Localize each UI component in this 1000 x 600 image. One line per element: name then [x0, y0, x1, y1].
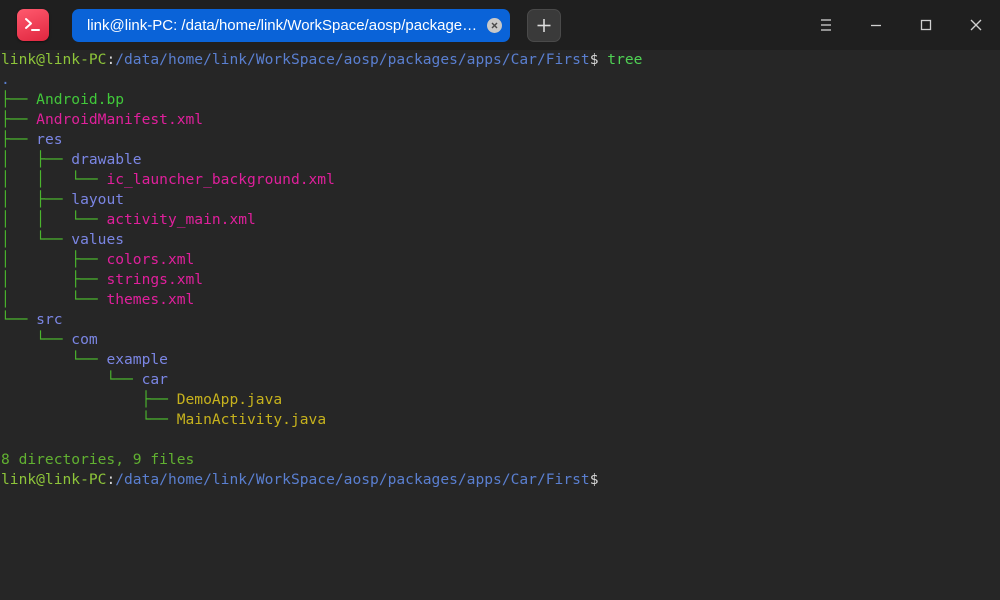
tree-entry: └── MainActivity.java	[1, 410, 327, 430]
directory-name: example	[106, 351, 168, 368]
tree-branch: ├──	[1, 91, 37, 108]
new-tab-button[interactable]	[527, 9, 561, 42]
tree-entry: └── com	[1, 330, 98, 350]
tree-entry: └── car	[1, 370, 168, 390]
close-icon[interactable]	[487, 18, 502, 33]
file-name: MainActivity.java	[176, 411, 327, 428]
prompt-symbol: $	[589, 51, 599, 68]
directory-name: com	[71, 331, 98, 348]
tree-branch: │ │ └──	[1, 211, 107, 228]
file-name: strings.xml	[106, 271, 204, 288]
file-name: colors.xml	[106, 251, 195, 268]
tree-branch: └──	[1, 351, 107, 368]
prompt-user: link@link-PC	[1, 51, 107, 68]
terminal-output[interactable]: link@link-PC:/data/home/link/WorkSpace/a…	[0, 50, 1000, 600]
tree-entry: ├── DemoApp.java	[1, 390, 283, 410]
tab-terminal-session[interactable]: link@link-PC: /data/home/link/WorkSpace/…	[72, 9, 510, 42]
tree-entry: │ └── themes.xml	[1, 290, 194, 310]
close-icon	[970, 19, 982, 31]
tree-branch: └──	[1, 331, 72, 348]
tree-entry: │ │ └── ic_launcher_background.xml	[1, 170, 335, 190]
tree-branch: │ └──	[1, 231, 72, 248]
tree-entry: └── example	[1, 350, 168, 370]
title-bar: link@link-PC: /data/home/link/WorkSpace/…	[0, 0, 1000, 50]
minimize-icon	[871, 24, 881, 27]
tree-entry: ├── Android.bp	[1, 90, 124, 110]
tree-entry: │ ├── drawable	[1, 150, 142, 170]
tree-branch: │ ├──	[1, 151, 72, 168]
tree-entry: │ ├── colors.xml	[1, 250, 194, 270]
tree-branch: └──	[1, 371, 142, 388]
directory-name: drawable	[71, 151, 142, 168]
plus-icon	[537, 19, 551, 32]
tree-entry: │ ├── strings.xml	[1, 270, 203, 290]
directory-name: src	[36, 311, 63, 328]
maximize-icon	[920, 19, 932, 31]
prompt-line: link@link-PC:/data/home/link/WorkSpace/a…	[1, 470, 599, 490]
tree-entry: ├── res	[1, 130, 63, 150]
directory-name: values	[71, 231, 125, 248]
tree-branch: │ │ └──	[1, 171, 107, 188]
menu-icon	[821, 19, 831, 31]
directory-name: car	[141, 371, 168, 388]
directory-name: res	[36, 131, 63, 148]
prompt-separator: :	[106, 471, 116, 488]
file-name: AndroidManifest.xml	[36, 111, 204, 128]
file-name: activity_main.xml	[106, 211, 256, 228]
prompt-path: /data/home/link/WorkSpace/aosp/packages/…	[115, 51, 590, 68]
terminal-window: link@link-PC: /data/home/link/WorkSpace/…	[0, 0, 1000, 600]
tree-summary: 8 directories, 9 files	[1, 451, 195, 468]
tree-branch: ├──	[1, 131, 37, 148]
tree-entry: │ └── values	[1, 230, 124, 250]
terminal-icon[interactable]	[17, 9, 49, 41]
tree-branch: ├──	[1, 391, 177, 408]
tree-branch: │ ├──	[1, 191, 72, 208]
tree-branch: └──	[1, 311, 37, 328]
tree-branch: │ ├──	[1, 271, 107, 288]
tree-branch: │ ├──	[1, 251, 107, 268]
maximize-button[interactable]	[911, 10, 941, 40]
prompt-path: /data/home/link/WorkSpace/aosp/packages/…	[115, 471, 590, 488]
tree-branch: └──	[1, 411, 177, 428]
prompt-user: link@link-PC	[1, 471, 107, 488]
file-name: DemoApp.java	[176, 391, 283, 408]
tree-branch: ├──	[1, 111, 37, 128]
tree-entry: └── src	[1, 310, 63, 330]
tree-entry: ├── AndroidManifest.xml	[1, 110, 203, 130]
file-name: ic_launcher_background.xml	[106, 171, 335, 188]
file-name: Android.bp	[36, 91, 125, 108]
menu-button[interactable]	[811, 10, 841, 40]
file-name: themes.xml	[106, 291, 195, 308]
tree-entry: │ ├── layout	[1, 190, 124, 210]
tree-entry: │ │ └── activity_main.xml	[1, 210, 256, 230]
tree-branch: │ └──	[1, 291, 107, 308]
close-button[interactable]	[961, 10, 991, 40]
tab-title: link@link-PC: /data/home/link/WorkSpace/…	[87, 17, 483, 34]
prompt-symbol: $	[589, 471, 599, 488]
command-text: tree	[598, 51, 643, 68]
minimize-button[interactable]	[861, 10, 891, 40]
tree-root: .	[1, 71, 10, 88]
prompt-line: link@link-PC:/data/home/link/WorkSpace/a…	[1, 50, 642, 70]
directory-name: layout	[71, 191, 125, 208]
prompt-separator: :	[106, 51, 116, 68]
